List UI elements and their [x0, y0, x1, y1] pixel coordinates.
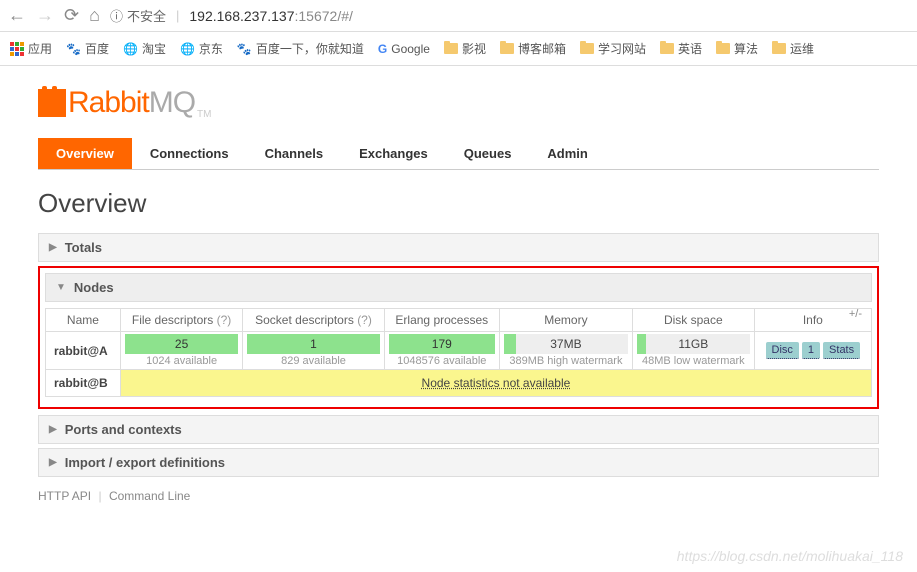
folder-icon [580, 43, 594, 54]
cli-link[interactable]: Command Line [109, 489, 190, 503]
folder-icon [772, 43, 786, 54]
info-icon: ⓘ [110, 6, 123, 25]
folder-icon [716, 43, 730, 54]
back-icon[interactable]: ← [8, 5, 26, 26]
tab-overview[interactable]: Overview [38, 138, 132, 169]
folder-icon [500, 43, 514, 54]
bookmark-study[interactable]: 学习网站 [580, 40, 646, 57]
page-title: Overview [38, 188, 879, 219]
ep-bar: 179 [389, 334, 495, 354]
table-row: rabbit@A 251024 available 1829 available… [46, 332, 872, 370]
nodes-panel: ▼ Nodes +/- Name File descriptors (?) So… [38, 266, 879, 409]
logo: RabbitMQ TM [38, 86, 879, 120]
th-ep: Erlang processes [384, 309, 499, 332]
section-import[interactable]: ▶ Import / export definitions [38, 448, 879, 477]
apps-icon [10, 42, 24, 56]
watermark: https://blog.csdn.net/molihuakai_118 [677, 548, 903, 564]
bookmark-google[interactable]: GGoogle [378, 42, 430, 56]
fd-bar: 25 [125, 334, 238, 354]
chevron-right-icon: ▶ [49, 457, 57, 468]
insecure-badge[interactable]: ⓘ 不安全 [110, 6, 166, 25]
node-name[interactable]: rabbit@B [46, 370, 121, 397]
tab-exchanges[interactable]: Exchanges [341, 138, 446, 169]
reload-icon[interactable]: ⟳ [64, 5, 79, 26]
bookmark-english[interactable]: 英语 [660, 40, 702, 57]
sd-bar: 1 [247, 334, 379, 354]
bookmark-algo[interactable]: 算法 [716, 40, 758, 57]
bookmarks-bar: 应用 🐾百度 🌐淘宝 🌐京东 🐾百度一下，你就知道 GGoogle 影视 博客邮… [0, 32, 917, 66]
mem-bar: 37MB [504, 334, 628, 354]
main-tabs: Overview Connections Channels Exchanges … [38, 138, 879, 170]
tab-queues[interactable]: Queues [446, 138, 530, 169]
th-fd: File descriptors (?) [120, 309, 242, 332]
http-api-link[interactable]: HTTP API [38, 489, 91, 503]
th-name: Name [46, 309, 121, 332]
tab-channels[interactable]: Channels [247, 138, 342, 169]
badge-1[interactable]: 1 [802, 342, 820, 359]
th-mem: Memory [499, 309, 632, 332]
columns-toggle[interactable]: +/- [849, 308, 862, 320]
bookmark-jd[interactable]: 🌐京东 [180, 40, 223, 57]
table-row: rabbit@B Node statistics not available [46, 370, 872, 397]
bookmark-video[interactable]: 影视 [444, 40, 486, 57]
globe-icon: 🌐 [180, 42, 195, 56]
th-sd: Socket descriptors (?) [243, 309, 384, 332]
paw-icon: 🐾 [66, 42, 81, 56]
folder-icon [444, 43, 458, 54]
chevron-down-icon: ▼ [56, 282, 66, 293]
browser-toolbar: ← → ⟳ ⌂ ⓘ 不安全 | 192.168.237.137:15672/#/ [0, 0, 917, 32]
nodes-table: Name File descriptors (?) Socket descrip… [45, 308, 872, 397]
section-ports[interactable]: ▶ Ports and contexts [38, 415, 879, 444]
bookmark-ops[interactable]: 运维 [772, 40, 814, 57]
section-totals[interactable]: ▶ Totals [38, 233, 879, 262]
badge-disc[interactable]: Disc [766, 342, 799, 359]
folder-icon [660, 43, 674, 54]
forward-icon[interactable]: → [36, 5, 54, 26]
bookmark-taobao[interactable]: 🌐淘宝 [123, 40, 166, 57]
bookmark-blog[interactable]: 博客邮箱 [500, 40, 566, 57]
google-icon: G [378, 42, 387, 56]
chevron-right-icon: ▶ [49, 242, 57, 253]
tab-connections[interactable]: Connections [132, 138, 247, 169]
badge-stats[interactable]: Stats [823, 342, 860, 359]
globe-icon: 🌐 [123, 42, 138, 56]
home-icon[interactable]: ⌂ [89, 5, 100, 26]
url-bar[interactable]: 192.168.237.137:15672/#/ [189, 8, 353, 24]
apps-button[interactable]: 应用 [10, 40, 52, 57]
chevron-right-icon: ▶ [49, 424, 57, 435]
paw-icon: 🐾 [237, 42, 252, 56]
node-unavailable[interactable]: Node statistics not available [120, 370, 871, 397]
bookmark-baidu2[interactable]: 🐾百度一下，你就知道 [237, 40, 364, 57]
bookmark-baidu[interactable]: 🐾百度 [66, 40, 109, 57]
node-name[interactable]: rabbit@A [46, 332, 121, 370]
th-disk: Disk space [632, 309, 754, 332]
footer-links: HTTP API | Command Line [38, 489, 879, 503]
section-nodes[interactable]: ▼ Nodes [45, 273, 872, 302]
tab-admin[interactable]: Admin [529, 138, 605, 169]
rabbit-icon [38, 89, 66, 117]
disk-bar: 11GB [637, 334, 750, 354]
